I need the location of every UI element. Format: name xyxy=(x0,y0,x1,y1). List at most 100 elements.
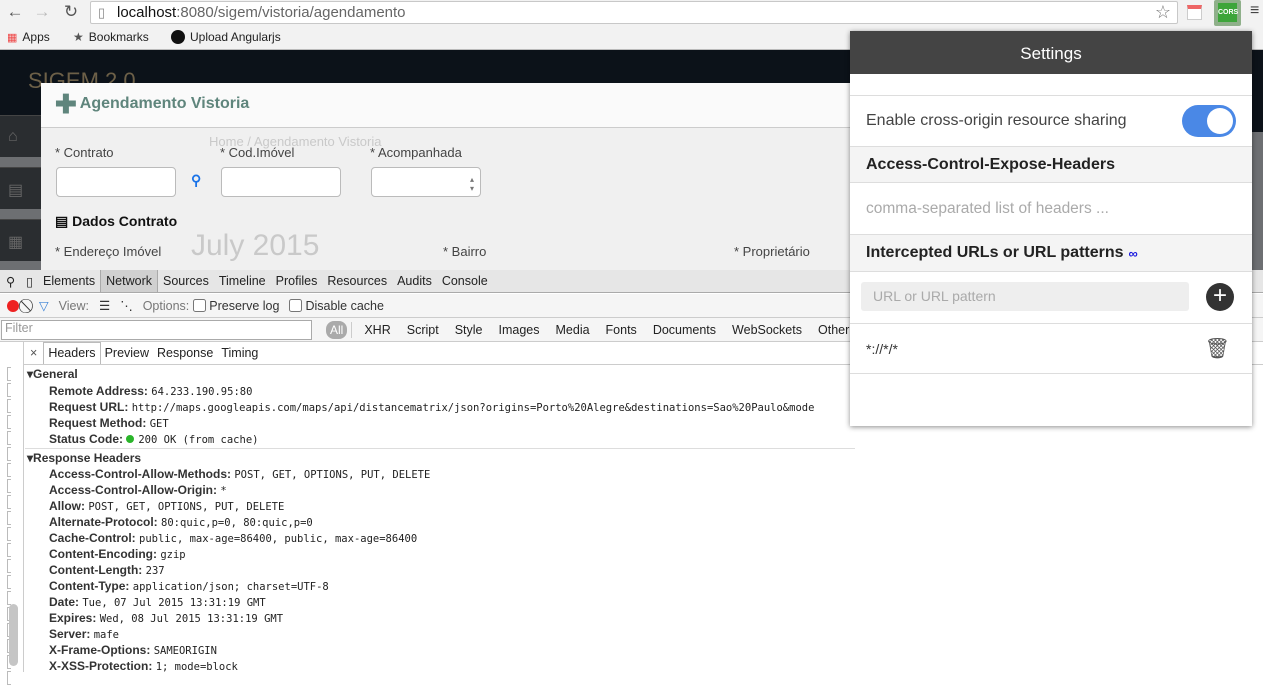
request-row-stub[interactable] xyxy=(7,575,11,589)
extension-icon[interactable] xyxy=(1187,5,1202,20)
url-pattern-input[interactable]: URL or URL pattern xyxy=(861,282,1189,311)
header-name: Content-Encoding: xyxy=(49,547,157,561)
status-dot-icon xyxy=(126,434,135,443)
filter-images[interactable]: Images xyxy=(491,323,548,337)
checkbox[interactable] xyxy=(193,299,207,312)
headers-content: ▾General Remote Address: 64.233.190.95:8… xyxy=(25,366,855,674)
section-title: Dados Contrato xyxy=(72,213,178,229)
expose-headers-title: Access-Control-Expose-Headers xyxy=(850,146,1252,182)
header-value: Tue, 07 Jul 2015 13:31:19 GMT xyxy=(82,597,266,609)
scrollbar-thumb[interactable] xyxy=(9,604,18,666)
header-name: Date: xyxy=(49,595,80,609)
request-row-stub[interactable] xyxy=(7,447,11,461)
header-value: 237 xyxy=(145,565,165,577)
header-row: Alternate-Protocol: 80:quic,p=0, 80:quic… xyxy=(25,514,855,530)
filter-xhr[interactable]: XHR xyxy=(356,323,398,337)
request-row-stub[interactable] xyxy=(7,527,11,541)
url-pattern-row: *://*/* 🗑 xyxy=(850,323,1252,374)
request-row-stub[interactable] xyxy=(7,591,11,605)
grid-icon: ▦ xyxy=(8,234,24,251)
reload-icon[interactable]: ↻ xyxy=(60,2,82,22)
acompanhada-select[interactable]: ▴ ▾ xyxy=(371,167,481,197)
general-section-toggle[interactable]: ▾General xyxy=(25,366,855,383)
large-rows-icon[interactable]: ☰ xyxy=(99,298,110,313)
filter-fonts[interactable]: Fonts xyxy=(598,323,645,337)
filter-icon[interactable]: ▽ xyxy=(39,298,49,313)
request-row-stub[interactable] xyxy=(7,399,11,413)
sidebar-item-vistoria[interactable]: ▦ xyxy=(0,219,41,261)
header-row: Request Method: GET xyxy=(25,415,855,431)
filter-style[interactable]: Style xyxy=(447,323,491,337)
cod-imovel-input[interactable] xyxy=(221,167,341,197)
request-row-stub[interactable] xyxy=(7,671,11,685)
preserve-log-checkbox[interactable]: Preserve log xyxy=(193,299,279,313)
bookmark-upload-angularjs[interactable]: Upload Angularjs xyxy=(171,30,281,44)
tab-network[interactable]: Network xyxy=(100,270,158,292)
trash-icon[interactable]: 🗑 xyxy=(1205,336,1230,361)
filter-script[interactable]: Script xyxy=(399,323,447,337)
header-value: 80:quic,p=0, 80:quic,p=0 xyxy=(161,517,313,529)
search-icon[interactable]: ⚲ xyxy=(191,172,201,189)
request-row-stub[interactable] xyxy=(7,367,11,381)
header-value: POST, GET, OPTIONS, PUT, DELETE xyxy=(234,469,431,481)
filter-input[interactable]: Filter xyxy=(1,319,312,340)
add-url-row: URL or URL pattern + xyxy=(850,271,1252,323)
request-row-stub[interactable] xyxy=(7,415,11,429)
bookmark-star-icon[interactable]: ☆ xyxy=(1155,2,1171,23)
overview-icon[interactable]: ⋱ xyxy=(120,298,133,313)
filter-media[interactable]: Media xyxy=(548,323,598,337)
close-icon[interactable]: × xyxy=(24,346,43,360)
back-icon[interactable]: ← xyxy=(4,2,26,22)
tab-timing[interactable]: Timing xyxy=(217,346,262,360)
header-row: Access-Control-Allow-Origin: * xyxy=(25,482,855,498)
link-icon[interactable]: ∞ xyxy=(1129,246,1138,261)
device-mode-icon[interactable]: ▯ xyxy=(21,274,38,289)
proprietario-label: * Proprietário xyxy=(734,244,810,259)
expose-headers-input[interactable]: comma-separated list of headers ... xyxy=(850,182,1252,234)
request-row-stub[interactable] xyxy=(7,431,11,445)
request-row-stub[interactable] xyxy=(7,543,11,557)
checkbox[interactable] xyxy=(289,299,303,312)
menu-icon[interactable]: ≡ xyxy=(1250,2,1259,20)
sidebar-item-sa[interactable]: ▤ xyxy=(0,167,41,209)
bookmark-bookmarks[interactable]: ★ Bookmarks xyxy=(73,30,149,44)
response-headers-toggle[interactable]: ▾Response Headers xyxy=(25,450,855,467)
filter-documents[interactable]: Documents xyxy=(645,323,724,337)
header-name: Content-Type: xyxy=(49,579,130,593)
request-row-stub[interactable] xyxy=(7,479,11,493)
header-value: mafe xyxy=(93,629,120,641)
sidebar-item-home[interactable]: ⌂ xyxy=(0,115,41,157)
bairro-label: * Bairro xyxy=(443,244,487,259)
filter-all[interactable]: All xyxy=(326,320,348,339)
disable-cache-checkbox[interactable]: Disable cache xyxy=(289,299,384,313)
forward-icon[interactable]: → xyxy=(31,2,53,22)
bookmark-apps[interactable]: ▦ Apps xyxy=(7,30,50,44)
tab-profiles[interactable]: Profiles xyxy=(271,274,323,288)
tab-sources[interactable]: Sources xyxy=(158,274,214,288)
tab-headers[interactable]: Headers xyxy=(43,342,101,364)
record-icon[interactable] xyxy=(7,299,19,312)
tab-console[interactable]: Console xyxy=(437,274,493,288)
filter-websockets[interactable]: WebSockets xyxy=(724,323,810,337)
request-row-stub[interactable] xyxy=(7,463,11,477)
request-row-stub[interactable] xyxy=(7,559,11,573)
tab-response[interactable]: Response xyxy=(153,346,217,360)
tab-preview[interactable]: Preview xyxy=(101,346,153,360)
contrato-label: * Contrato xyxy=(55,145,114,160)
inspect-icon[interactable]: ⚲ xyxy=(0,274,21,289)
request-row-stub[interactable] xyxy=(7,495,11,509)
tab-audits[interactable]: Audits xyxy=(392,274,437,288)
tab-elements[interactable]: Elements xyxy=(38,274,100,288)
enable-cors-toggle[interactable] xyxy=(1182,105,1236,137)
header-value: http://maps.googleapis.com/maps/api/dist… xyxy=(131,401,815,414)
cors-extension-button[interactable]: CORS xyxy=(1214,0,1241,26)
add-url-button[interactable]: + xyxy=(1206,283,1234,311)
address-bar[interactable]: ▯ localhost:8080/sigem/vistoria/agendame… xyxy=(90,1,1178,24)
request-row-stub[interactable] xyxy=(7,383,11,397)
request-row-stub[interactable] xyxy=(7,511,11,525)
header-name: Server: xyxy=(49,627,91,641)
tab-timeline[interactable]: Timeline xyxy=(214,274,271,288)
tab-resources[interactable]: Resources xyxy=(322,274,392,288)
cors-icon: CORS xyxy=(1218,3,1238,22)
contrato-input[interactable] xyxy=(56,167,176,197)
